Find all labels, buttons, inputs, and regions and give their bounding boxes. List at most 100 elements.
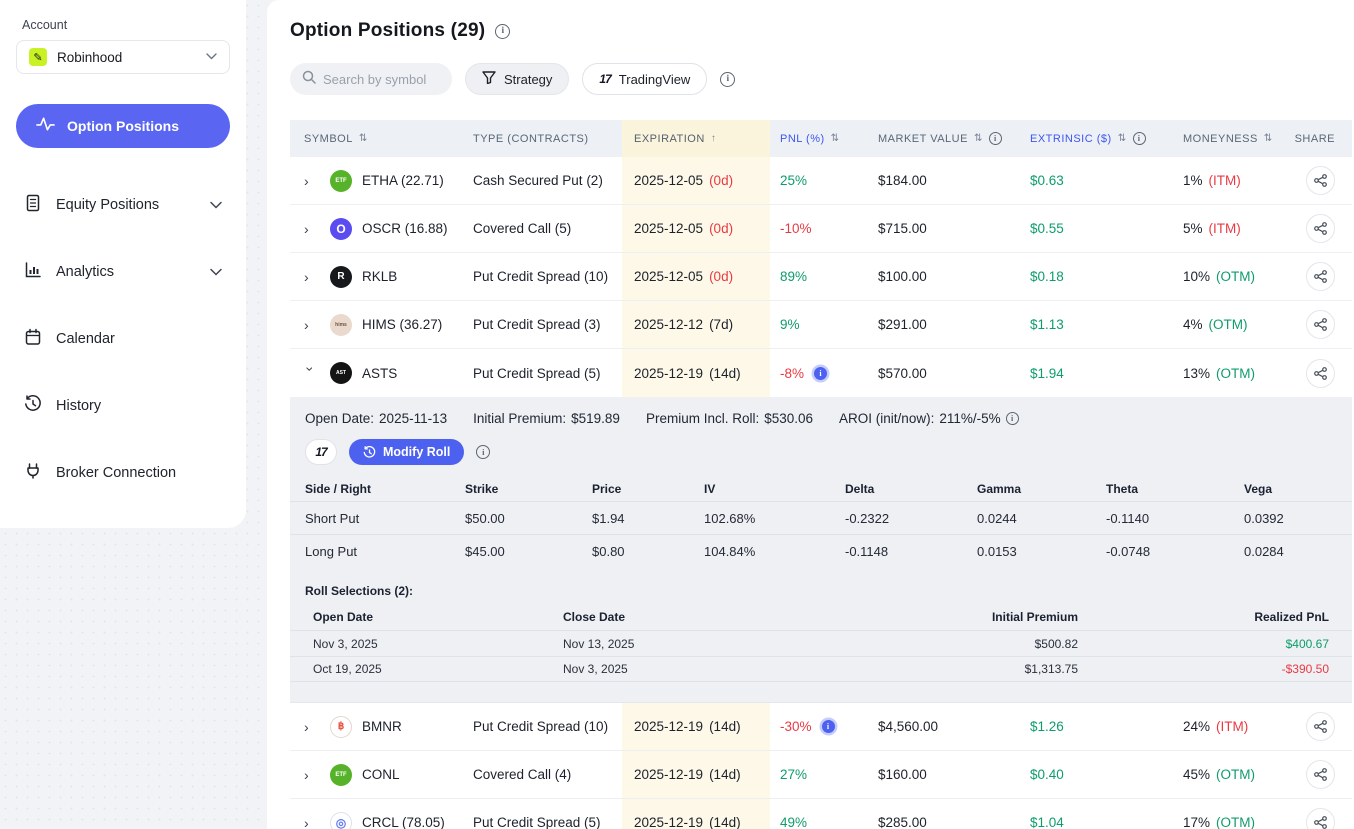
sort-icon[interactable]: ⇅ (974, 133, 983, 144)
chevron-right-icon[interactable]: › (304, 719, 330, 735)
sidebar-item-equity-positions[interactable]: Equity Positions (16, 195, 230, 215)
itm-tag: (ITM) (1216, 719, 1248, 734)
itm-tag: (ITM) (1209, 221, 1241, 236)
type-cell: Covered Call (5) (473, 205, 622, 252)
search-input[interactable] (323, 72, 438, 87)
search-box[interactable] (290, 63, 452, 95)
pnl-cell: -8%i (770, 349, 868, 397)
sidebar-item-label: History (56, 398, 222, 414)
tradingview-icon: 17 (315, 445, 326, 459)
open-date-summary: Open Date:2025-11-13 (305, 411, 447, 426)
market-value-cell: $160.00 (868, 751, 1020, 798)
pnl-cell: 25% (770, 157, 868, 204)
strategy-button[interactable]: Strategy (465, 63, 569, 95)
table-row-expanded[interactable]: ›ASTASTS Put Credit Spread (5) 2025-12-1… (290, 349, 1352, 397)
sort-icon[interactable]: ⇅ (1118, 133, 1127, 144)
sort-icon[interactable]: ⇅ (359, 133, 368, 144)
sidebar-item-label: Option Positions (67, 118, 179, 134)
symbol-label: HIMS (36.27) (362, 317, 442, 332)
tradingview-mini-button[interactable]: 17 (305, 439, 337, 465)
sidebar-item-history[interactable]: History (16, 396, 230, 416)
realized-pnl: $400.67 (1078, 637, 1329, 651)
extrinsic-cell: $0.40 (1020, 751, 1173, 798)
share-button[interactable] (1306, 712, 1335, 741)
table-row[interactable]: ›ETFCONL Covered Call (4) 2025-12-19(14d… (290, 751, 1352, 799)
conl-logo-icon: ETF (330, 764, 352, 786)
chevron-down-icon[interactable]: › (302, 367, 318, 383)
moneyness-cell: 5%(ITM) (1173, 205, 1291, 252)
chevron-right-icon[interactable]: › (304, 269, 330, 285)
extrinsic-cell: $1.04 (1020, 799, 1173, 829)
info-icon[interactable]: i (720, 72, 735, 87)
chevron-right-icon[interactable]: › (304, 815, 330, 829)
moneyness-cell: 45%(OTM) (1173, 751, 1291, 798)
extrinsic-cell: $0.18 (1020, 253, 1173, 300)
expiration-cell: 2025-12-19(14d) (622, 703, 770, 750)
type-cell: Put Credit Spread (10) (473, 703, 622, 750)
col-pnl[interactable]: PNL (%)⇅ (770, 120, 868, 157)
chevron-right-icon[interactable]: › (304, 767, 330, 783)
sidebar-item-analytics[interactable]: Analytics (16, 262, 230, 282)
sidebar-item-broker-connection[interactable]: Broker Connection (16, 463, 230, 483)
initial-premium-summary: Initial Premium:$519.89 (473, 411, 620, 426)
info-icon[interactable]: i (1133, 132, 1146, 145)
sidebar-item-calendar[interactable]: Calendar (16, 329, 230, 349)
pnl-info-badge-icon[interactable]: i (814, 367, 827, 380)
account-select[interactable]: ✎ Robinhood (16, 40, 230, 74)
info-icon[interactable]: i (476, 445, 490, 459)
market-value-cell: $100.00 (868, 253, 1020, 300)
col-expiration[interactable]: EXPIRATION↑ (622, 120, 770, 157)
sidebar-item-option-positions[interactable]: Option Positions (16, 104, 230, 148)
info-icon[interactable]: i (495, 24, 510, 39)
symbol-label: BMNR (362, 719, 402, 734)
aroi-summary: AROI (init/now):211%/-5%i (839, 411, 1019, 426)
table-row[interactable]: ›himsHIMS (36.27) Put Credit Spread (3) … (290, 301, 1352, 349)
sort-asc-icon[interactable]: ↑ (711, 133, 717, 144)
share-button[interactable] (1306, 310, 1335, 339)
chevron-right-icon[interactable]: › (304, 317, 330, 333)
share-button[interactable] (1306, 808, 1335, 829)
pnl-cell: -30%i (770, 703, 868, 750)
info-icon[interactable]: i (1006, 412, 1019, 425)
table-row[interactable]: ›◎CRCL (78.05) Put Credit Spread (5) 202… (290, 799, 1352, 829)
sort-icon[interactable]: ⇅ (1264, 133, 1273, 144)
type-cell: Cash Secured Put (2) (473, 157, 622, 204)
type-cell: Put Credit Spread (10) (473, 253, 622, 300)
dte-label: (14d) (709, 366, 741, 381)
sidebar-item-label: Equity Positions (56, 197, 196, 213)
symbol-label: CRCL (78.05) (362, 815, 445, 829)
table-row[interactable]: ›OOSCR (16.88) Covered Call (5) 2025-12-… (290, 205, 1352, 253)
hims-logo-icon: hims (330, 314, 352, 336)
dte-label: (14d) (709, 719, 741, 734)
col-symbol[interactable]: SYMBOL⇅ (290, 120, 473, 157)
table-row[interactable]: ›RRKLB Put Credit Spread (10) 2025-12-05… (290, 253, 1352, 301)
tradingview-button[interactable]: 17 TradingView (582, 63, 707, 95)
premium-incl-roll-summary: Premium Incl. Roll:$530.06 (646, 411, 813, 426)
share-button[interactable] (1306, 262, 1335, 291)
col-moneyness[interactable]: MONEYNESS⇅ (1173, 120, 1291, 157)
share-button[interactable] (1306, 166, 1335, 195)
share-button[interactable] (1306, 214, 1335, 243)
leg-row: Short Put$50.00$1.94102.68%-0.23220.0244… (290, 501, 1352, 534)
symbol-label: ASTS (362, 366, 397, 381)
sort-icon[interactable]: ⇅ (831, 133, 840, 144)
pnl-info-badge-icon[interactable]: i (822, 720, 835, 733)
strategy-label: Strategy (504, 72, 552, 87)
chevron-down-icon (210, 197, 222, 213)
info-icon[interactable]: i (989, 132, 1002, 145)
modify-roll-button[interactable]: Modify Roll (349, 439, 464, 465)
search-icon (302, 70, 316, 89)
table-row[interactable]: ›ETFETHA (22.71) Cash Secured Put (2) 20… (290, 157, 1352, 205)
account-label: Account (22, 18, 246, 32)
chevron-right-icon[interactable]: › (304, 221, 330, 237)
col-extrinsic[interactable]: EXTRINSIC ($)⇅i (1020, 120, 1173, 157)
chevron-right-icon[interactable]: › (304, 173, 330, 189)
calendar-icon (24, 328, 42, 350)
share-button[interactable] (1306, 760, 1335, 789)
moneyness-cell: 1%(ITM) (1173, 157, 1291, 204)
table-row[interactable]: ›฿BMNR Put Credit Spread (10) 2025-12-19… (290, 703, 1352, 751)
share-button[interactable] (1306, 359, 1335, 388)
col-market-value[interactable]: MARKET VALUE⇅i (868, 120, 1020, 157)
table-header: SYMBOL⇅ TYPE (CONTRACTS) EXPIRATION↑ PNL… (290, 120, 1352, 157)
type-cell: Put Credit Spread (5) (473, 349, 622, 397)
